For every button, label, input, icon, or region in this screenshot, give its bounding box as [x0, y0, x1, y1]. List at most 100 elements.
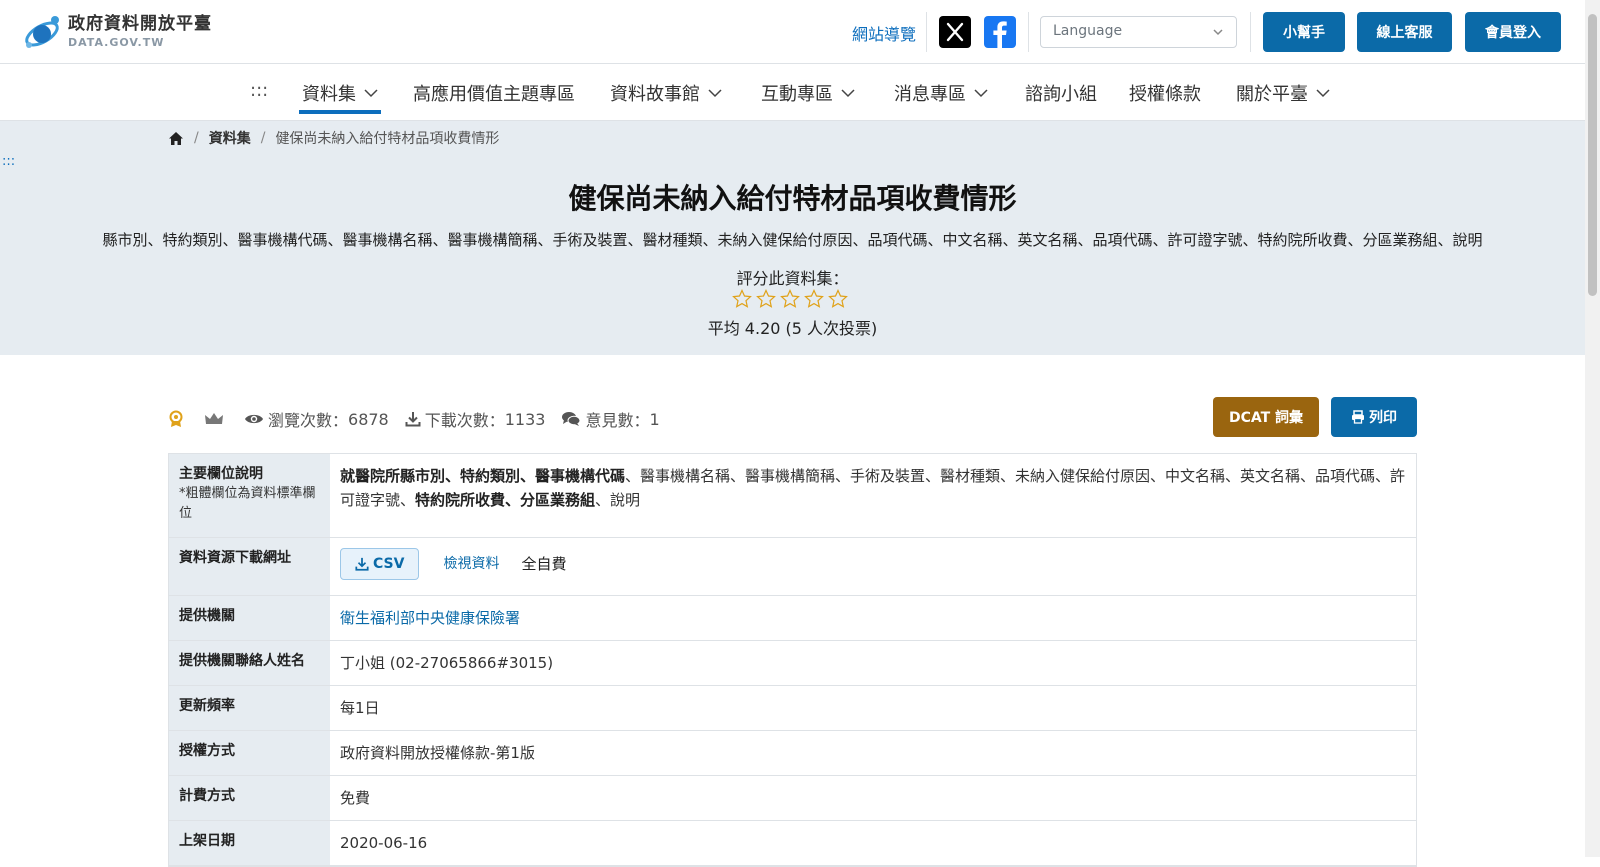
divider: [1250, 12, 1251, 52]
publish-date-header: 上架日期: [169, 821, 330, 865]
breadcrumb-dataset[interactable]: 資料集: [209, 128, 251, 148]
chevron-down-icon: [1213, 29, 1223, 36]
nav-item-dataset[interactable]: 資料集: [302, 80, 378, 106]
nav-item-label: 互動專區: [761, 84, 833, 105]
nav-item-license[interactable]: 授權條款: [1129, 80, 1201, 106]
view-count-label: 瀏覽次數：: [268, 411, 349, 430]
nav-item-label: 資料集: [302, 84, 356, 105]
award-icon: [169, 410, 183, 427]
site-logo[interactable]: 政府資料開放平臺 DATA.GOV.TW: [22, 12, 212, 52]
logo-icon: [25, 16, 59, 48]
license-header: 授權方式: [169, 731, 330, 775]
fields-header: 主要欄位說明: [179, 466, 263, 482]
standard-fields-2: 特約院所收費、分區業務組: [415, 491, 596, 509]
csv-label: CSV: [373, 556, 405, 572]
frequency-value: 每1日: [340, 699, 380, 717]
star-icon[interactable]: [828, 289, 848, 309]
breadcrumb-separator: /: [194, 130, 199, 146]
nav-item-stories[interactable]: 資料故事館: [610, 80, 722, 106]
comment-count-value: 1: [649, 409, 660, 429]
provider-value: 衛生福利部中央健康保險署: [330, 596, 1416, 640]
frequency-header: 更新頻率: [169, 686, 330, 730]
download-value: CSV 檢視資料 全自費: [330, 538, 1416, 595]
award-badge: [168, 410, 188, 428]
divider: [1028, 12, 1029, 52]
table-row: 提供機關 衛生福利部中央健康保險署: [169, 596, 1416, 641]
nav-item-label: 資料故事館: [610, 84, 700, 105]
breadcrumb-separator: /: [260, 130, 266, 146]
table-row: 資料資源下載網址 CSV 檢視資料 全自費: [169, 538, 1416, 596]
download-header: 資料資源下載網址: [169, 538, 330, 595]
provider-link[interactable]: 衛生福利部中央健康保險署: [340, 609, 520, 627]
download-count-label: 下載次數：: [424, 411, 505, 430]
comment-count-label: 意見數：: [585, 411, 650, 430]
nav-item-about[interactable]: 關於平臺: [1236, 80, 1330, 106]
table-row: 主要欄位說明 *粗體欄位為資料標準欄位 就醫院所縣市別、特約類別、醫事機構代碼、…: [169, 454, 1416, 538]
resource-description: 全自費: [521, 555, 567, 573]
online-support-button[interactable]: 線上客服: [1357, 12, 1452, 52]
divider: [926, 12, 927, 52]
crown-badge: [204, 411, 228, 427]
view-data-link[interactable]: 檢視資料: [443, 548, 499, 580]
other-fields-2: 、說明: [595, 491, 641, 509]
content-accesskey-anchor[interactable]: :::: [2, 154, 15, 169]
table-row: 更新頻率 每1日: [169, 686, 1416, 731]
table-row: 授權方式 政府資料開放授權條款-第1版: [169, 731, 1416, 776]
fee-header: 計費方式: [169, 776, 330, 820]
dataset-stats: 瀏覽次數： 6878 下載次數： 1133 意見數： 1: [168, 407, 676, 431]
standard-fields-1: 就醫院所縣市別、特約類別、醫事機構代碼: [340, 467, 626, 485]
chevron-down-icon: [974, 89, 988, 98]
nav-item-advisory[interactable]: 諮詢小組: [1025, 80, 1097, 106]
fee-value: 免費: [340, 789, 371, 807]
view-count-value: 6878: [348, 409, 389, 429]
logo-title: 政府資料開放平臺: [68, 14, 212, 34]
rating-average: 平均 4.20 (5 人次投票): [707, 319, 878, 338]
view-count: 瀏覽次數： 6878: [244, 407, 389, 431]
dataset-hero: / 資料集 / 健保尚未納入給付特材品項收費情形 ::: 健保尚未納入給付特材品…: [0, 121, 1585, 355]
language-select[interactable]: Language: [1040, 16, 1237, 48]
nav-item-news[interactable]: 消息專區: [894, 80, 988, 106]
provider-header: 提供機關: [169, 596, 330, 640]
nav-item-interactive[interactable]: 互動專區: [761, 80, 855, 106]
eye-icon: [245, 414, 263, 424]
language-select-value: Language: [1053, 23, 1123, 39]
download-count-value: 1133: [504, 409, 546, 429]
table-row: 上架日期 2020-06-16: [169, 821, 1416, 866]
table-row: 計費方式 免費: [169, 776, 1416, 821]
logo-subtitle: DATA.GOV.TW: [68, 36, 165, 49]
facebook-icon[interactable]: [984, 16, 1016, 48]
csv-download-button[interactable]: CSV: [340, 548, 420, 580]
breadcrumb-current: 健保尚未納入給付特材品項收費情形: [275, 131, 500, 147]
dataset-info-table: 主要欄位說明 *粗體欄位為資料標準欄位 就醫院所縣市別、特約類別、醫事機構代碼、…: [168, 453, 1417, 867]
star-icon[interactable]: [804, 289, 824, 309]
print-button[interactable]: 列印: [1331, 397, 1417, 437]
download-icon: [355, 557, 369, 571]
row-header: 主要欄位說明 *粗體欄位為資料標準欄位: [169, 454, 330, 537]
chevron-down-icon: [841, 89, 855, 98]
login-button[interactable]: 會員登入: [1465, 12, 1561, 52]
x-twitter-icon[interactable]: [939, 16, 971, 48]
accesskey-anchor[interactable]: :::: [250, 80, 268, 101]
star-icon[interactable]: [780, 289, 800, 309]
comments-icon: [562, 412, 581, 426]
dataset-fields-summary: 縣市別、特約類別、醫事機構代碼、醫事機構名稱、醫事機構簡稱、手術及裝置、醫材種類…: [102, 231, 1483, 249]
chevron-down-icon: [364, 89, 378, 98]
dcat-button[interactable]: DCAT 詞彙: [1213, 397, 1319, 437]
main-nav: ::: 資料集 高應用價值主題專區 資料故事館 互動專區 消息專區 諮詢小組 授…: [0, 64, 1585, 121]
nav-active-indicator: [299, 110, 381, 114]
fields-value: 就醫院所縣市別、特約類別、醫事機構代碼、醫事機構名稱、醫事機構簡稱、手術及裝置、…: [330, 454, 1416, 537]
nav-item-high-value[interactable]: 高應用價值主題專區: [413, 80, 575, 106]
star-icon[interactable]: [732, 289, 752, 309]
printer-icon: [1352, 410, 1364, 424]
table-row: 提供機關聯絡人姓名 丁小姐 (02-27065866#3015): [169, 641, 1416, 686]
contact-header: 提供機關聯絡人姓名: [169, 641, 330, 685]
helper-button[interactable]: 小幫手: [1263, 12, 1345, 52]
scrollbar-thumb[interactable]: [1588, 14, 1597, 296]
star-icon[interactable]: [756, 289, 776, 309]
crown-icon: [205, 413, 223, 424]
fields-note: *粗體欄位為資料標準欄位: [179, 486, 316, 521]
print-button-label: 列印: [1369, 410, 1397, 426]
sitemap-link[interactable]: 網站導覽: [852, 21, 916, 45]
rating-stars: [732, 289, 848, 309]
home-icon[interactable]: [168, 131, 184, 146]
